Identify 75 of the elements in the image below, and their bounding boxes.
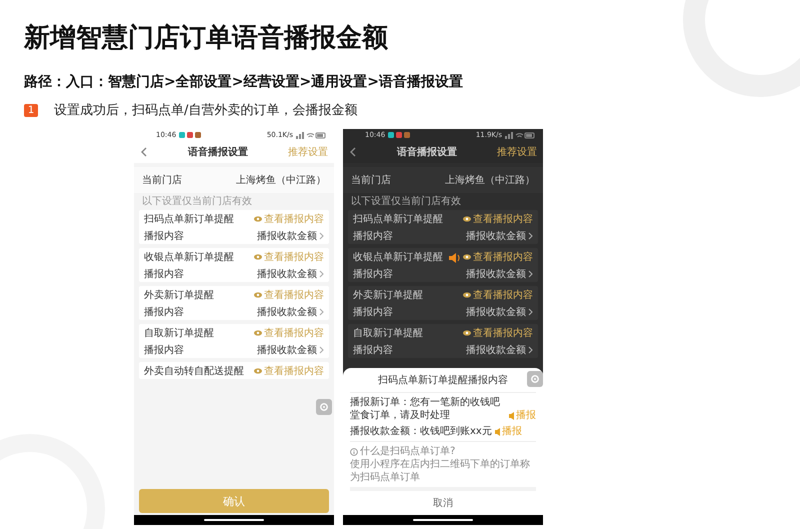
broadcast-text: 播报收款金额：收钱吧到账xx元: [350, 425, 492, 438]
content-label: 播报内容: [144, 306, 184, 318]
step-text: 设置成功后，扫码点单/自营外卖的订单，会播报金额: [54, 102, 358, 119]
app-notification-icons: [388, 132, 410, 138]
setting-title: 扫码点单新订单提醒: [144, 212, 234, 226]
chevron-icon: [528, 232, 533, 240]
nav-title: 语音播报设置: [397, 145, 457, 159]
status-icons: [296, 132, 326, 138]
chevron-icon: [319, 346, 324, 354]
setting-title: 收银点单新订单提醒: [353, 250, 443, 264]
content-label: 播报内容: [353, 230, 393, 242]
slide-title: 新增智慧门店订单语音播报金额: [24, 22, 388, 55]
status-icons: [505, 132, 535, 138]
store-name: 上海烤鱼（中江路）: [445, 174, 535, 187]
info-icon: [350, 448, 358, 456]
content-label: 播报内容: [144, 344, 184, 356]
recommend-link[interactable]: 推荐设置: [497, 145, 537, 159]
navigation-path: 路径：入口：智慧门店>全部设置>经营设置>通用设置>语音播报设置: [24, 73, 463, 91]
content-label: 播报内容: [144, 230, 184, 242]
preview-link[interactable]: 查看播报内容: [463, 288, 533, 302]
eye-icon: [254, 216, 262, 222]
chevron-icon: [528, 346, 533, 354]
setting-title: 自取新订单提醒: [144, 326, 214, 340]
setting-title: 扫码点单新订单提醒: [353, 212, 443, 226]
preview-link[interactable]: 查看播报内容: [463, 326, 533, 340]
eye-icon: [463, 292, 471, 298]
content-value[interactable]: 播报收款金额: [257, 228, 317, 242]
speaker-icon: [449, 252, 460, 264]
content-value[interactable]: 播报收款金额: [257, 342, 317, 356]
setting-title: 收银点单新订单提醒: [144, 250, 234, 264]
broadcast-text: 播报新订单：您有一笔新的收钱吧堂食订单，请及时处理: [350, 396, 501, 422]
content-label: 播报内容: [353, 306, 393, 318]
help-title: 什么是扫码点单订单?: [360, 445, 456, 458]
nav-title: 语音播报设置: [188, 145, 248, 159]
eye-icon: [254, 254, 262, 260]
chevron-icon: [319, 270, 324, 278]
settings-icon[interactable]: [316, 399, 332, 415]
eye-icon: [254, 368, 262, 374]
preview-link[interactable]: 查看播报内容: [463, 212, 533, 226]
content-label: 播报内容: [144, 268, 184, 280]
content-value[interactable]: 播报收款金额: [257, 266, 317, 280]
section-note: 以下设置仅当前门店有效: [141, 194, 253, 209]
chevron-icon: [528, 308, 533, 316]
help-text: 使用小程序在店内扫二维码下单的订单称为扫码点单订单: [350, 458, 531, 484]
eye-icon: [254, 292, 262, 298]
chevron-icon: [319, 308, 324, 316]
app-notification-icons: [179, 132, 202, 138]
content-label: 播报内容: [353, 268, 393, 280]
chevron-icon: [319, 232, 324, 240]
setting-title: 外卖自动转自配送提醒: [144, 364, 244, 378]
step-number: 1: [24, 104, 38, 116]
setting-title: 外卖新订单提醒: [144, 288, 214, 302]
eye-icon: [463, 330, 471, 336]
home-indicator: [413, 519, 473, 521]
back-icon[interactable]: [349, 147, 357, 157]
settings-icon[interactable]: [527, 371, 543, 387]
content-value[interactable]: 播报收款金额: [466, 342, 526, 356]
eye-icon: [254, 330, 262, 336]
section-note: 以下设置仅当前门店有效: [350, 194, 462, 209]
content-value[interactable]: 播报收款金额: [466, 228, 526, 242]
eye-icon: [463, 216, 471, 222]
content-value[interactable]: 播报收款金额: [257, 304, 317, 318]
eye-icon: [463, 254, 471, 260]
content-value[interactable]: 播报收款金额: [466, 304, 526, 318]
chevron-icon: [528, 270, 533, 278]
home-indicator: [204, 519, 264, 521]
back-icon[interactable]: [140, 147, 148, 157]
preview-link[interactable]: 查看播报内容: [463, 250, 533, 264]
setting-title: 自取新订单提醒: [353, 326, 423, 340]
content-label: 播报内容: [353, 344, 393, 356]
store-label: 当前门店: [142, 174, 182, 187]
store-label: 当前门店: [351, 174, 391, 187]
setting-title: 外卖新订单提醒: [353, 288, 423, 302]
store-name: 上海烤鱼（中江路）: [236, 174, 326, 187]
content-value[interactable]: 播报收款金额: [466, 266, 526, 280]
